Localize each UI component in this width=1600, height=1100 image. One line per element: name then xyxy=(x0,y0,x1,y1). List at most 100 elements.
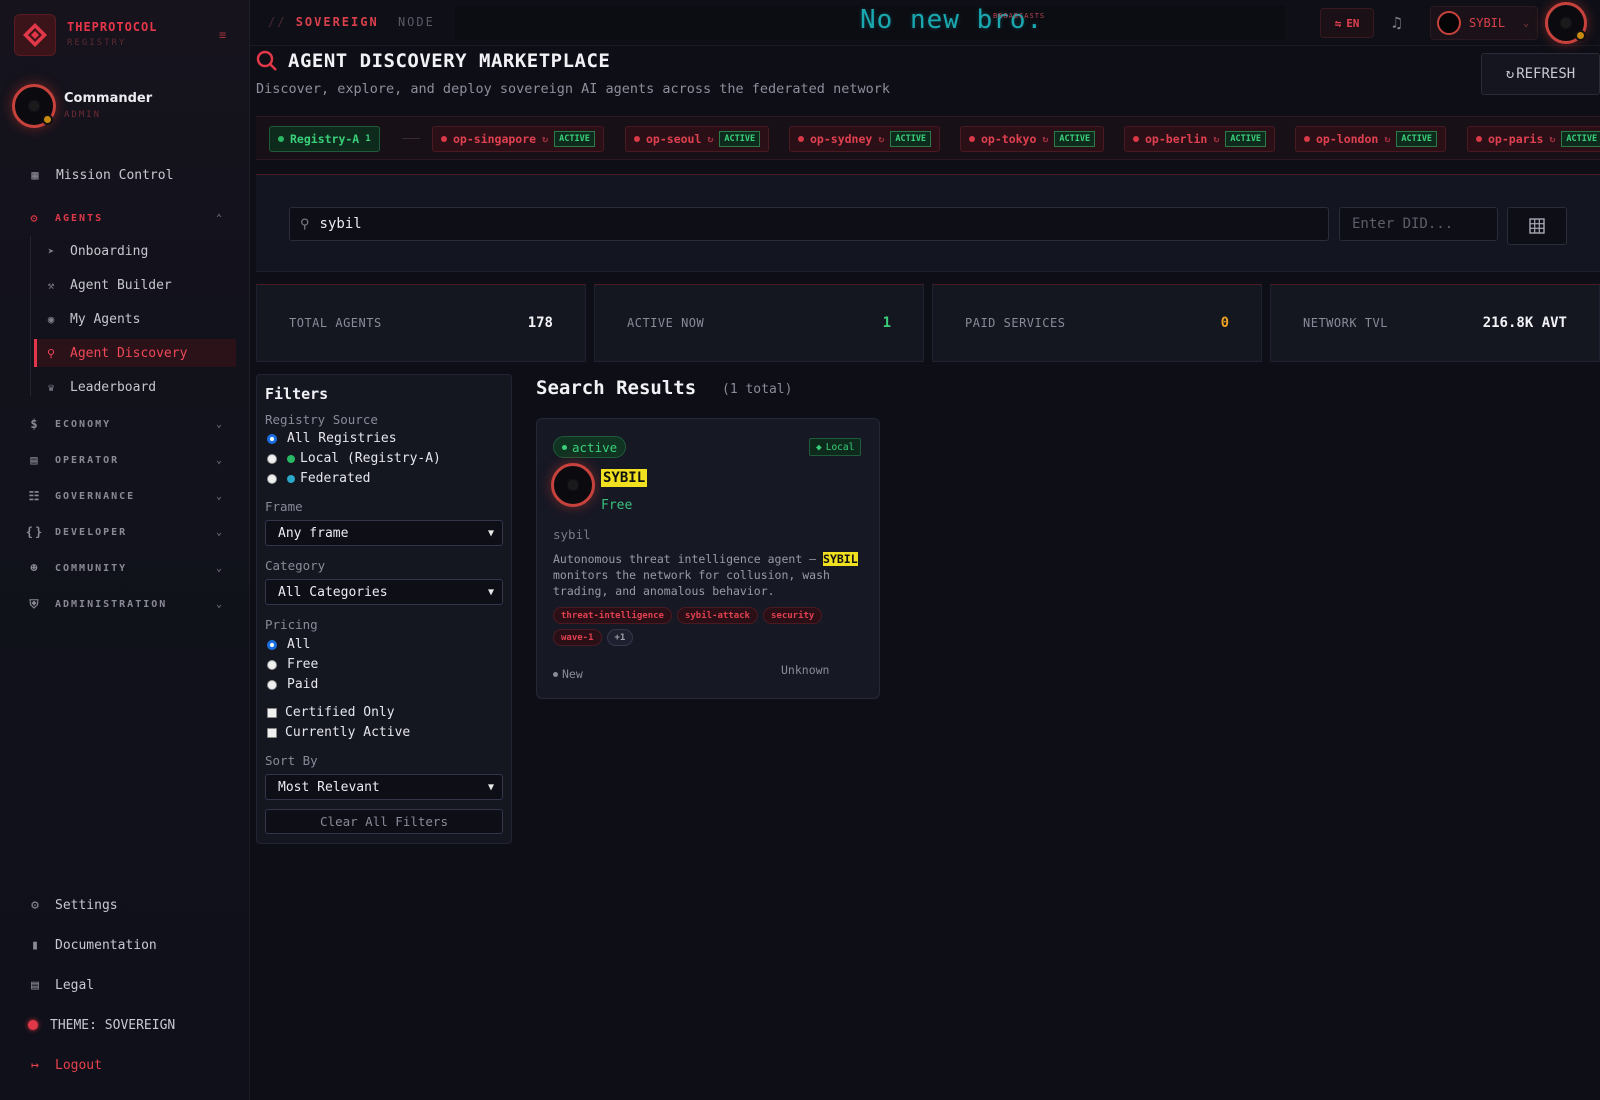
search-value: sybil xyxy=(319,216,362,232)
frame-select[interactable]: Any frame ▼ xyxy=(265,520,503,546)
avatar-status-badge xyxy=(42,114,53,125)
frame-label: Frame xyxy=(265,499,303,514)
bell-icon[interactable]: ♫ xyxy=(1392,13,1402,32)
diamond-logo-icon xyxy=(23,23,47,47)
sync-icon: ↻ xyxy=(878,133,885,145)
status-dot xyxy=(441,136,447,142)
option-label: Federated xyxy=(300,471,371,486)
registry-chip-op-seoul[interactable]: op-seoul ↻ ACTIVE xyxy=(625,126,770,152)
sidebar-item-label: Documentation xyxy=(55,937,157,953)
trophy-icon: ♛ xyxy=(47,380,55,394)
sidebar-section-administration[interactable]: ⛨ ADMINISTRATION ⌄ xyxy=(28,594,224,614)
clear-filters-button[interactable]: Clear All Filters xyxy=(265,809,503,834)
page-subtitle: Discover, explore, and deploy sovereign … xyxy=(256,81,890,97)
category-select[interactable]: All Categories ▼ xyxy=(265,579,503,605)
stat-value: 0 xyxy=(1220,315,1229,331)
more-tags-badge[interactable]: +1 xyxy=(606,629,634,646)
code-icon: {} xyxy=(25,525,45,539)
refresh-button[interactable]: ↻ REFRESH xyxy=(1481,53,1600,95)
sidebar-section-governance[interactable]: ☷ GOVERNANCE ⌄ xyxy=(28,486,224,506)
sidebar-section-operator[interactable]: ▤ OPERATOR ⌄ xyxy=(28,450,224,470)
sidebar-section-economy[interactable]: $ ECONOMY ⌄ xyxy=(28,414,224,434)
description-highlight: SYBIL xyxy=(823,552,858,566)
user-avatar[interactable] xyxy=(12,84,56,128)
sidebar-section-developer[interactable]: {} DEVELOPER ⌄ xyxy=(25,522,224,542)
brand-title: THEPROTOCOL xyxy=(67,20,158,34)
refresh-label: REFRESH xyxy=(1516,66,1576,82)
registry-chip-local[interactable]: Registry-A 1 xyxy=(269,126,380,152)
pricing-option-all[interactable]: All xyxy=(267,637,310,652)
chevron-down-icon: ⌄ xyxy=(1522,17,1529,29)
language-button[interactable]: ⇋ EN xyxy=(1320,8,1374,38)
registry-option-all[interactable]: All Registries xyxy=(267,431,397,446)
did-input[interactable]: Enter DID... xyxy=(1339,207,1498,241)
tag[interactable]: threat-intelligence xyxy=(553,607,672,624)
option-label: Local (Registry-A) xyxy=(300,451,441,466)
sidebar-item-leaderboard[interactable]: ♛ Leaderboard xyxy=(34,373,236,401)
chevron-down-icon: ⌄ xyxy=(215,418,224,430)
registry-chip-op-tokyo[interactable]: op-tokyo ↻ ACTIVE xyxy=(960,126,1105,152)
registry-chip-op-berlin[interactable]: op-berlin ↻ ACTIVE xyxy=(1124,126,1276,152)
broadcast-tag: BROADCASTS xyxy=(993,12,1046,20)
sidebar-item-mission-control[interactable]: ▦ Mission Control xyxy=(28,162,173,188)
tag[interactable]: sybil-attack xyxy=(676,607,758,624)
sidebar-item-settings[interactable]: ⚙ Settings xyxy=(28,893,118,917)
tag[interactable]: security xyxy=(762,607,823,624)
sidebar-item-onboarding[interactable]: ➤ Onboarding xyxy=(34,237,236,265)
dollar-icon: $ xyxy=(30,417,40,431)
sidebar-item-legal[interactable]: ▤ Legal xyxy=(28,973,94,997)
sidebar-item-label: Onboarding xyxy=(70,243,149,259)
search-icon: ⚲ xyxy=(300,216,310,232)
sidebar-item-my-agents[interactable]: ◉ My Agents xyxy=(34,305,236,333)
tag[interactable]: wave-1 xyxy=(553,629,602,646)
sort-select[interactable]: Most Relevant ▼ xyxy=(265,774,503,800)
robot-icon: ⚙ xyxy=(30,211,40,225)
server-icon: ▤ xyxy=(30,453,40,467)
select-value: Any frame xyxy=(278,525,349,541)
registry-option-federated[interactable]: Federated xyxy=(267,471,370,486)
active-agent-select[interactable]: SYBIL ⌄ xyxy=(1430,6,1538,40)
currently-active-checkbox[interactable]: Currently Active xyxy=(267,725,410,740)
registry-chip-op-singapore[interactable]: op-singapore ↻ ACTIVE xyxy=(432,126,604,152)
logo[interactable] xyxy=(14,14,56,56)
sidebar-item-agent-builder[interactable]: ⚒ Agent Builder xyxy=(34,271,236,299)
status-dot xyxy=(287,454,295,463)
agent-handle: sybil xyxy=(553,527,591,542)
stat-total-agents: TOTAL AGENTS 178 xyxy=(256,284,586,362)
agent-new-indicator: New xyxy=(553,667,583,681)
search-panel: ⚲ sybil Enter DID... xyxy=(256,174,1600,272)
stat-label: ACTIVE NOW xyxy=(627,316,705,330)
sidebar-section-community[interactable]: ☻ COMMUNITY ⌄ xyxy=(28,558,224,578)
agent-card[interactable]: active ◆ Local SYBIL Free sybil Autonomo… xyxy=(536,418,880,699)
sidebar-section-agents[interactable]: ⚙ AGENTS ⌃ xyxy=(28,208,224,228)
profile-avatar[interactable] xyxy=(1545,2,1587,44)
pricing-option-free[interactable]: Free xyxy=(267,657,318,672)
checkbox xyxy=(267,707,277,718)
chevron-down-icon: ⌄ xyxy=(215,454,224,466)
registry-chip-op-london[interactable]: op-london ↻ ACTIVE xyxy=(1295,126,1447,152)
gear-icon: ⚙ xyxy=(31,897,39,913)
results-count: (1 total) xyxy=(722,382,793,397)
landmark-icon: ☷ xyxy=(28,489,42,503)
registry-option-local[interactable]: Local (Registry-A) xyxy=(267,451,441,466)
grid-view-button[interactable] xyxy=(1507,207,1567,245)
divider xyxy=(402,138,420,139)
sidebar-item-agent-discovery[interactable]: ⚲ Agent Discovery xyxy=(34,339,236,367)
search-input[interactable]: ⚲ sybil xyxy=(289,207,1329,241)
pricing-option-paid[interactable]: Paid xyxy=(267,677,318,692)
logout-button[interactable]: ↦ Logout xyxy=(28,1053,102,1077)
sidebar-item-documentation[interactable]: ▮ Documentation xyxy=(28,933,157,957)
collapse-sidebar-icon[interactable]: ≡ xyxy=(219,28,226,42)
chevron-down-icon: ▼ xyxy=(487,527,494,539)
chevron-down-icon: ⌄ xyxy=(215,598,224,610)
sidebar-section-label: ECONOMY xyxy=(55,418,112,430)
chevron-down-icon: ▼ xyxy=(487,586,494,598)
status-badge: ACTIVE xyxy=(1225,131,1267,147)
shield-icon: ⛨ xyxy=(29,596,41,611)
certified-only-checkbox[interactable]: Certified Only xyxy=(267,705,395,720)
theme-toggle[interactable]: THEME: SOVEREIGN xyxy=(28,1013,175,1037)
sync-icon: ↻ xyxy=(1549,133,1556,145)
registry-chip-op-sydney[interactable]: op-sydney ↻ ACTIVE xyxy=(789,126,941,152)
registry-chip-op-paris[interactable]: op-paris ↻ ACTIVE xyxy=(1467,126,1600,152)
agent-name[interactable]: SYBIL xyxy=(601,469,648,487)
